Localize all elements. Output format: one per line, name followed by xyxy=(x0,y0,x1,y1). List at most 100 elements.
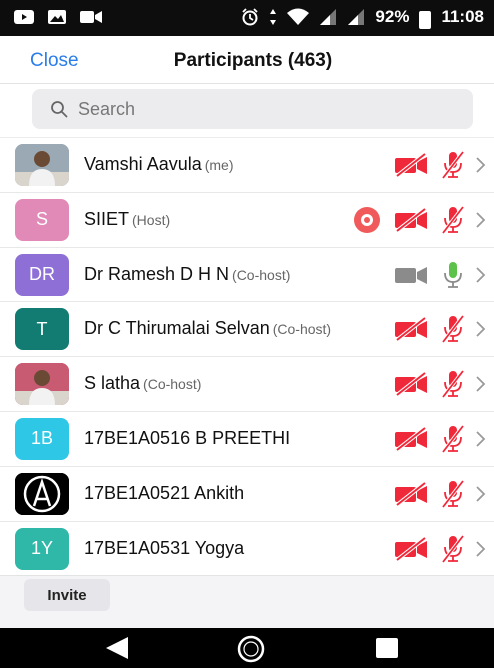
avatar-initials: T xyxy=(36,318,48,339)
search-bar xyxy=(0,84,494,138)
chevron-right-icon[interactable] xyxy=(474,540,488,558)
avatar: S xyxy=(15,198,69,241)
status-right-icons: 92% 11:08 xyxy=(241,7,484,29)
participant-row[interactable]: 1Y 17BE1A0531 Yogya xyxy=(0,522,494,577)
camera-off-icon[interactable] xyxy=(394,153,428,177)
camera-off-icon[interactable] xyxy=(394,426,428,451)
invite-button[interactable]: Invite xyxy=(24,579,110,611)
camera-off-icon[interactable] xyxy=(394,372,428,397)
participant-name-block: 17BE1A0516 B PREETHI xyxy=(84,428,290,449)
chevron-right-icon[interactable] xyxy=(474,485,488,503)
recent-apps-icon[interactable] xyxy=(376,638,398,658)
participant-row[interactable]: DR Dr Ramesh D H N (Co-host) xyxy=(0,248,494,303)
video-icon xyxy=(80,11,102,23)
wifi-icon xyxy=(287,8,310,25)
participant-name-block: Dr C Thirumalai Selvan (Co-host) xyxy=(84,318,331,339)
participant-status-icons xyxy=(394,149,488,181)
participant-name: Vamshi Aavula xyxy=(84,154,202,174)
avatar xyxy=(15,472,69,515)
alarm-icon xyxy=(242,8,259,26)
page-title: Participants (463) xyxy=(173,50,333,71)
chevron-right-icon[interactable] xyxy=(474,320,488,338)
clock: 11:08 xyxy=(441,7,484,26)
battery-percent: 92% xyxy=(375,7,410,26)
mic-muted-icon[interactable] xyxy=(440,424,466,454)
participant-status-icons xyxy=(394,533,488,565)
avatar: DR xyxy=(15,253,69,296)
home-icon[interactable] xyxy=(236,634,266,664)
mic-muted-icon[interactable] xyxy=(440,205,466,235)
participant-row[interactable]: 17BE1A0521 Ankith xyxy=(0,467,494,522)
participant-status-icons xyxy=(352,204,488,236)
chevron-right-icon[interactable] xyxy=(474,211,488,229)
footer-bar: Invite xyxy=(0,575,494,628)
avatar xyxy=(15,144,69,186)
mic-muted-icon[interactable] xyxy=(440,150,466,180)
participant-name: 17BE1A0521 Ankith xyxy=(84,482,245,503)
mic-on-icon[interactable] xyxy=(440,260,466,290)
camera-off-icon[interactable] xyxy=(394,481,428,506)
mic-muted-icon[interactable] xyxy=(440,369,466,399)
search-box[interactable] xyxy=(32,89,473,129)
chevron-right-icon[interactable] xyxy=(474,266,488,284)
avatar xyxy=(15,363,69,406)
camera-on-icon[interactable] xyxy=(394,263,428,287)
participant-status-icons xyxy=(394,423,488,455)
signal-icon xyxy=(348,9,365,25)
participant-name-block: 17BE1A0521 Ankith xyxy=(84,483,244,504)
camera-off-icon[interactable] xyxy=(394,207,428,232)
screen-share-icon xyxy=(354,206,380,233)
participant-name: 17BE1A0516 B PREETHI xyxy=(84,427,291,448)
signal-icon xyxy=(320,9,337,25)
participant-name: Dr Ramesh D H N xyxy=(84,263,230,284)
search-icon xyxy=(51,101,68,118)
mic-muted-icon[interactable] xyxy=(440,534,466,564)
chevron-right-icon[interactable] xyxy=(474,375,488,393)
mic-muted-icon[interactable] xyxy=(440,314,466,344)
avatar: 1Y xyxy=(15,527,69,570)
participant-name: S latha xyxy=(84,373,141,394)
gallery-icon xyxy=(48,10,66,24)
mic-muted-icon[interactable] xyxy=(440,479,466,509)
avatar-logo xyxy=(15,472,69,515)
chevron-right-icon[interactable] xyxy=(474,430,488,448)
participant-status-icons xyxy=(394,259,488,291)
participant-row[interactable]: Vamshi Aavula (me) xyxy=(0,138,494,193)
participant-name: Dr C Thirumalai Selvan xyxy=(84,318,270,339)
android-nav-bar xyxy=(0,628,494,668)
participant-row[interactable]: 1B 17BE1A0516 B PREETHI xyxy=(0,412,494,467)
participant-name: 17BE1A0531 Yogya xyxy=(84,537,245,558)
participant-row[interactable]: S SIIET (Host) xyxy=(0,193,494,248)
camera-off-icon[interactable] xyxy=(394,317,428,342)
participant-list: Vamshi Aavula (me) S SIIET (Host) DR Dr Ramesh… xyxy=(0,138,494,577)
participant-role: (Co-host) xyxy=(272,321,332,338)
avatar-initials: 1B xyxy=(30,428,54,449)
avatar: 1B xyxy=(15,417,69,460)
avatar-initials: 1Y xyxy=(30,538,54,559)
participant-name-block: Dr Ramesh D H N (Co-host) xyxy=(84,264,290,285)
participants-header: Close Participants (463) xyxy=(0,36,494,84)
participant-status-icons xyxy=(394,313,488,345)
participant-row[interactable]: S latha (Co-host) xyxy=(0,357,494,412)
participant-name: SIIET xyxy=(84,208,130,229)
participant-role: (me) xyxy=(204,157,234,173)
chevron-right-icon[interactable] xyxy=(474,156,488,174)
avatar-photo xyxy=(15,144,69,186)
status-bar: 92% 11:08 xyxy=(0,0,494,36)
avatar-initials: S xyxy=(35,209,48,230)
back-icon[interactable] xyxy=(104,636,130,660)
participant-name-block: 17BE1A0531 Yogya xyxy=(84,538,244,559)
participant-name-block: Vamshi Aavula (me) xyxy=(84,154,234,175)
participant-name-block: SIIET (Host) xyxy=(84,209,170,230)
participant-status-icons xyxy=(394,478,488,510)
search-input[interactable] xyxy=(78,98,458,120)
participant-role: (Host) xyxy=(132,211,171,228)
avatar-initials: DR xyxy=(29,264,55,285)
participant-status-icons xyxy=(394,368,488,400)
camera-off-icon[interactable] xyxy=(394,536,428,561)
avatar: T xyxy=(15,308,69,351)
participant-row[interactable]: T Dr C Thirumalai Selvan (Co-host) xyxy=(0,302,494,358)
participant-name-block: S latha (Co-host) xyxy=(84,373,201,394)
participant-role: (Co-host) xyxy=(143,376,202,393)
youtube-icon xyxy=(14,10,34,24)
